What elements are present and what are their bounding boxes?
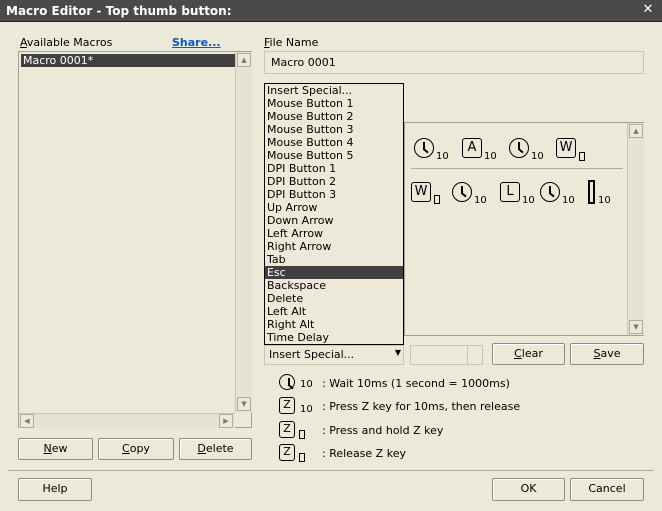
clock-icon [540, 182, 560, 202]
dropdown-item-mouse-button-5[interactable]: Mouse Button 5 [265, 149, 403, 162]
legend-hold-text: : Press and hold Z key [322, 424, 444, 437]
dialog-body: Available Macros Share... Macro 0001* ▲ … [2, 22, 660, 509]
dropdown-item-backspace[interactable]: Backspace [265, 279, 403, 292]
dropdown-item-left-arrow[interactable]: Left Arrow [265, 227, 403, 240]
dropdown-item-dpi-button-1[interactable]: DPI Button 1 [265, 162, 403, 175]
legend-wait-num: 10 [300, 379, 313, 390]
clear-button[interactable]: Clear [492, 343, 565, 365]
dropdown-item-mouse-button-2[interactable]: Mouse Button 2 [265, 110, 403, 123]
key-icon: W [556, 138, 576, 158]
legend-release-text: : Release Z key [322, 447, 406, 460]
legend-key-icon: Z [279, 397, 295, 414]
delay-value: 10 [436, 151, 449, 162]
delay-value: 10 [474, 195, 487, 206]
help-button[interactable]: Help [18, 478, 92, 501]
dropdown-item-down-arrow[interactable]: Down Arrow [265, 214, 403, 227]
cancel-button[interactable]: Cancel [570, 478, 644, 501]
scroll-left-icon[interactable]: ◀ [20, 414, 34, 428]
dropdown-item-right-arrow[interactable]: Right Arrow [265, 240, 403, 253]
macro-list[interactable]: Macro 0001* ▲ ▼ ◀ ▶ [18, 51, 252, 428]
copy-button-label: Copy [122, 442, 150, 455]
dropdown-item-insert-special[interactable]: Insert Special... [265, 84, 403, 97]
file-name-input[interactable]: Macro 0001 [264, 51, 644, 74]
macro-list-vertical-scrollbar[interactable]: ▲ ▼ [235, 52, 252, 412]
footer-separator [8, 470, 654, 471]
clear-button-label: Clear [514, 347, 543, 360]
insert-cursor-icon [588, 180, 595, 204]
dropdown-item-dpi-button-2[interactable]: DPI Button 2 [265, 175, 403, 188]
chevron-down-icon[interactable]: ▼ [395, 348, 401, 357]
macro-item-label: Macro 0001* [23, 54, 94, 67]
sequence-scrollbar[interactable]: ▲ ▼ [627, 123, 644, 335]
delay-value: 10 [531, 151, 544, 162]
close-icon[interactable]: ✕ [640, 2, 656, 18]
copy-button[interactable]: Copy [98, 438, 174, 460]
dropdown-item-tab[interactable]: Tab [265, 253, 403, 266]
dropdown-item-delete[interactable]: Delete [265, 292, 403, 305]
legend-clock-icon [279, 374, 295, 390]
dropdown-item-time-delay[interactable]: Time Delay [265, 331, 403, 344]
macro-list-horizontal-scrollbar[interactable]: ◀ ▶ [19, 413, 235, 428]
insert-special-combo[interactable]: Insert Special... ▼ [264, 345, 404, 365]
legend-press-text: : Press Z key for 10ms, then release [322, 400, 521, 413]
window-title: Macro Editor - Top thumb button: [6, 4, 232, 18]
scroll-down-icon[interactable]: ▼ [237, 397, 251, 411]
clock-icon [414, 138, 434, 158]
stepper-buttons[interactable] [467, 346, 482, 364]
key-duration: 10 [522, 195, 535, 206]
key-icon: A [462, 138, 482, 158]
macro-sequence-panel[interactable]: ▲ ▼ 10 A 10 10 W W 10 L 10 10 10 [404, 122, 644, 336]
new-button-label: New [43, 442, 68, 455]
legend-key-icon: Z [279, 444, 295, 461]
delay-value: 10 [598, 195, 611, 206]
delete-button[interactable]: Delete [179, 438, 252, 460]
combo-value: Insert Special... [269, 348, 355, 361]
macro-list-item[interactable]: Macro 0001* [21, 54, 235, 67]
ok-button[interactable]: OK [492, 478, 565, 501]
key-icon: L [500, 182, 520, 202]
save-button-label: Save [593, 347, 621, 360]
title-bar: Macro Editor - Top thumb button: ✕ [0, 0, 662, 22]
dropdown-item-dpi-button-3[interactable]: DPI Button 3 [265, 188, 403, 201]
dropdown-item-up-arrow[interactable]: Up Arrow [265, 201, 403, 214]
save-button[interactable]: Save [570, 343, 644, 365]
dropdown-item-left-alt[interactable]: Left Alt [265, 305, 403, 318]
clock-icon [452, 182, 472, 202]
new-button[interactable]: New [18, 438, 93, 460]
dropdown-item-esc[interactable]: Esc [265, 266, 403, 279]
insert-special-dropdown-list[interactable]: Insert Special... Mouse Button 1 Mouse B… [264, 83, 404, 345]
legend-release-icon [299, 453, 305, 462]
sequence-scroll-up-icon[interactable]: ▲ [629, 124, 643, 138]
dropdown-item-mouse-button-4[interactable]: Mouse Button 4 [265, 136, 403, 149]
scroll-right-icon[interactable]: ▶ [219, 414, 233, 428]
key-duration: 10 [484, 151, 497, 162]
delay-stepper[interactable] [410, 345, 483, 365]
dropdown-item-mouse-button-1[interactable]: Mouse Button 1 [265, 97, 403, 110]
legend-hold-icon [299, 430, 305, 439]
scroll-up-icon[interactable]: ▲ [237, 53, 251, 67]
legend-press-num: 10 [300, 404, 313, 415]
legend-key-icon: Z [279, 421, 295, 438]
legend-wait-text: : Wait 10ms (1 second = 1000ms) [322, 377, 510, 390]
row-separator [411, 168, 623, 169]
hold-icon [579, 152, 585, 161]
clock-icon [509, 138, 529, 158]
share-link[interactable]: Share... [172, 36, 221, 49]
delete-button-label: Delete [197, 442, 234, 455]
sequence-scroll-down-icon[interactable]: ▼ [629, 320, 643, 334]
release-icon [434, 195, 440, 204]
key-icon: W [411, 182, 431, 202]
file-name-label: File Name [264, 36, 319, 49]
available-macros-label: Available Macros [20, 36, 113, 49]
delay-value: 10 [562, 195, 575, 206]
dropdown-item-mouse-button-3[interactable]: Mouse Button 3 [265, 123, 403, 136]
dropdown-item-right-alt[interactable]: Right Alt [265, 318, 403, 331]
